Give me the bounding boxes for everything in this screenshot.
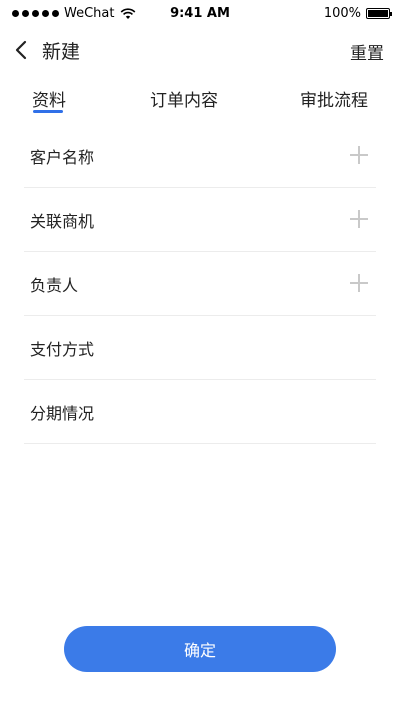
payment-method-label: 支付方式 xyxy=(30,339,95,359)
tab-approval-flow[interactable]: 审批流程 xyxy=(300,86,368,111)
chevron-left-icon xyxy=(15,40,27,60)
add-opportunity-icon[interactable] xyxy=(350,210,368,228)
form-row-related-opportunity[interactable]: 关联商机 xyxy=(24,188,376,252)
related-opportunity-label: 关联商机 xyxy=(30,211,95,231)
form-row-payment-method[interactable]: 支付方式 xyxy=(24,316,376,380)
status-right: 100% xyxy=(323,6,392,21)
active-tab-indicator xyxy=(33,110,63,113)
form-row-installments[interactable]: 分期情况 xyxy=(24,380,376,444)
status-bar: WeChat 9:41 AM 100% xyxy=(0,0,400,28)
page-title: 新建 xyxy=(42,41,81,63)
owner-label: 负责人 xyxy=(30,275,79,295)
add-owner-icon[interactable] xyxy=(350,274,368,292)
add-customer-icon[interactable] xyxy=(350,146,368,164)
installments-label: 分期情况 xyxy=(30,403,95,423)
form: 客户名称 关联商机 负责人 支付方式 分期情况 xyxy=(24,124,376,444)
customer-name-label: 客户名称 xyxy=(30,147,95,167)
nav-bar: 新建 重置 xyxy=(0,28,400,72)
back-button[interactable] xyxy=(10,38,32,62)
form-row-customer-name[interactable]: 客户名称 xyxy=(24,124,376,188)
tab-bar: 资料 订单内容 审批流程 xyxy=(0,80,400,120)
form-row-owner[interactable]: 负责人 xyxy=(24,252,376,316)
reset-button[interactable]: 重置 xyxy=(350,39,384,64)
tab-profile[interactable]: 资料 xyxy=(32,86,66,111)
battery-percent: 100% xyxy=(323,6,361,21)
battery-icon xyxy=(366,8,392,19)
battery-fill xyxy=(368,10,388,17)
confirm-button[interactable]: 确定 xyxy=(64,626,336,672)
tab-order-content[interactable]: 订单内容 xyxy=(150,86,218,111)
